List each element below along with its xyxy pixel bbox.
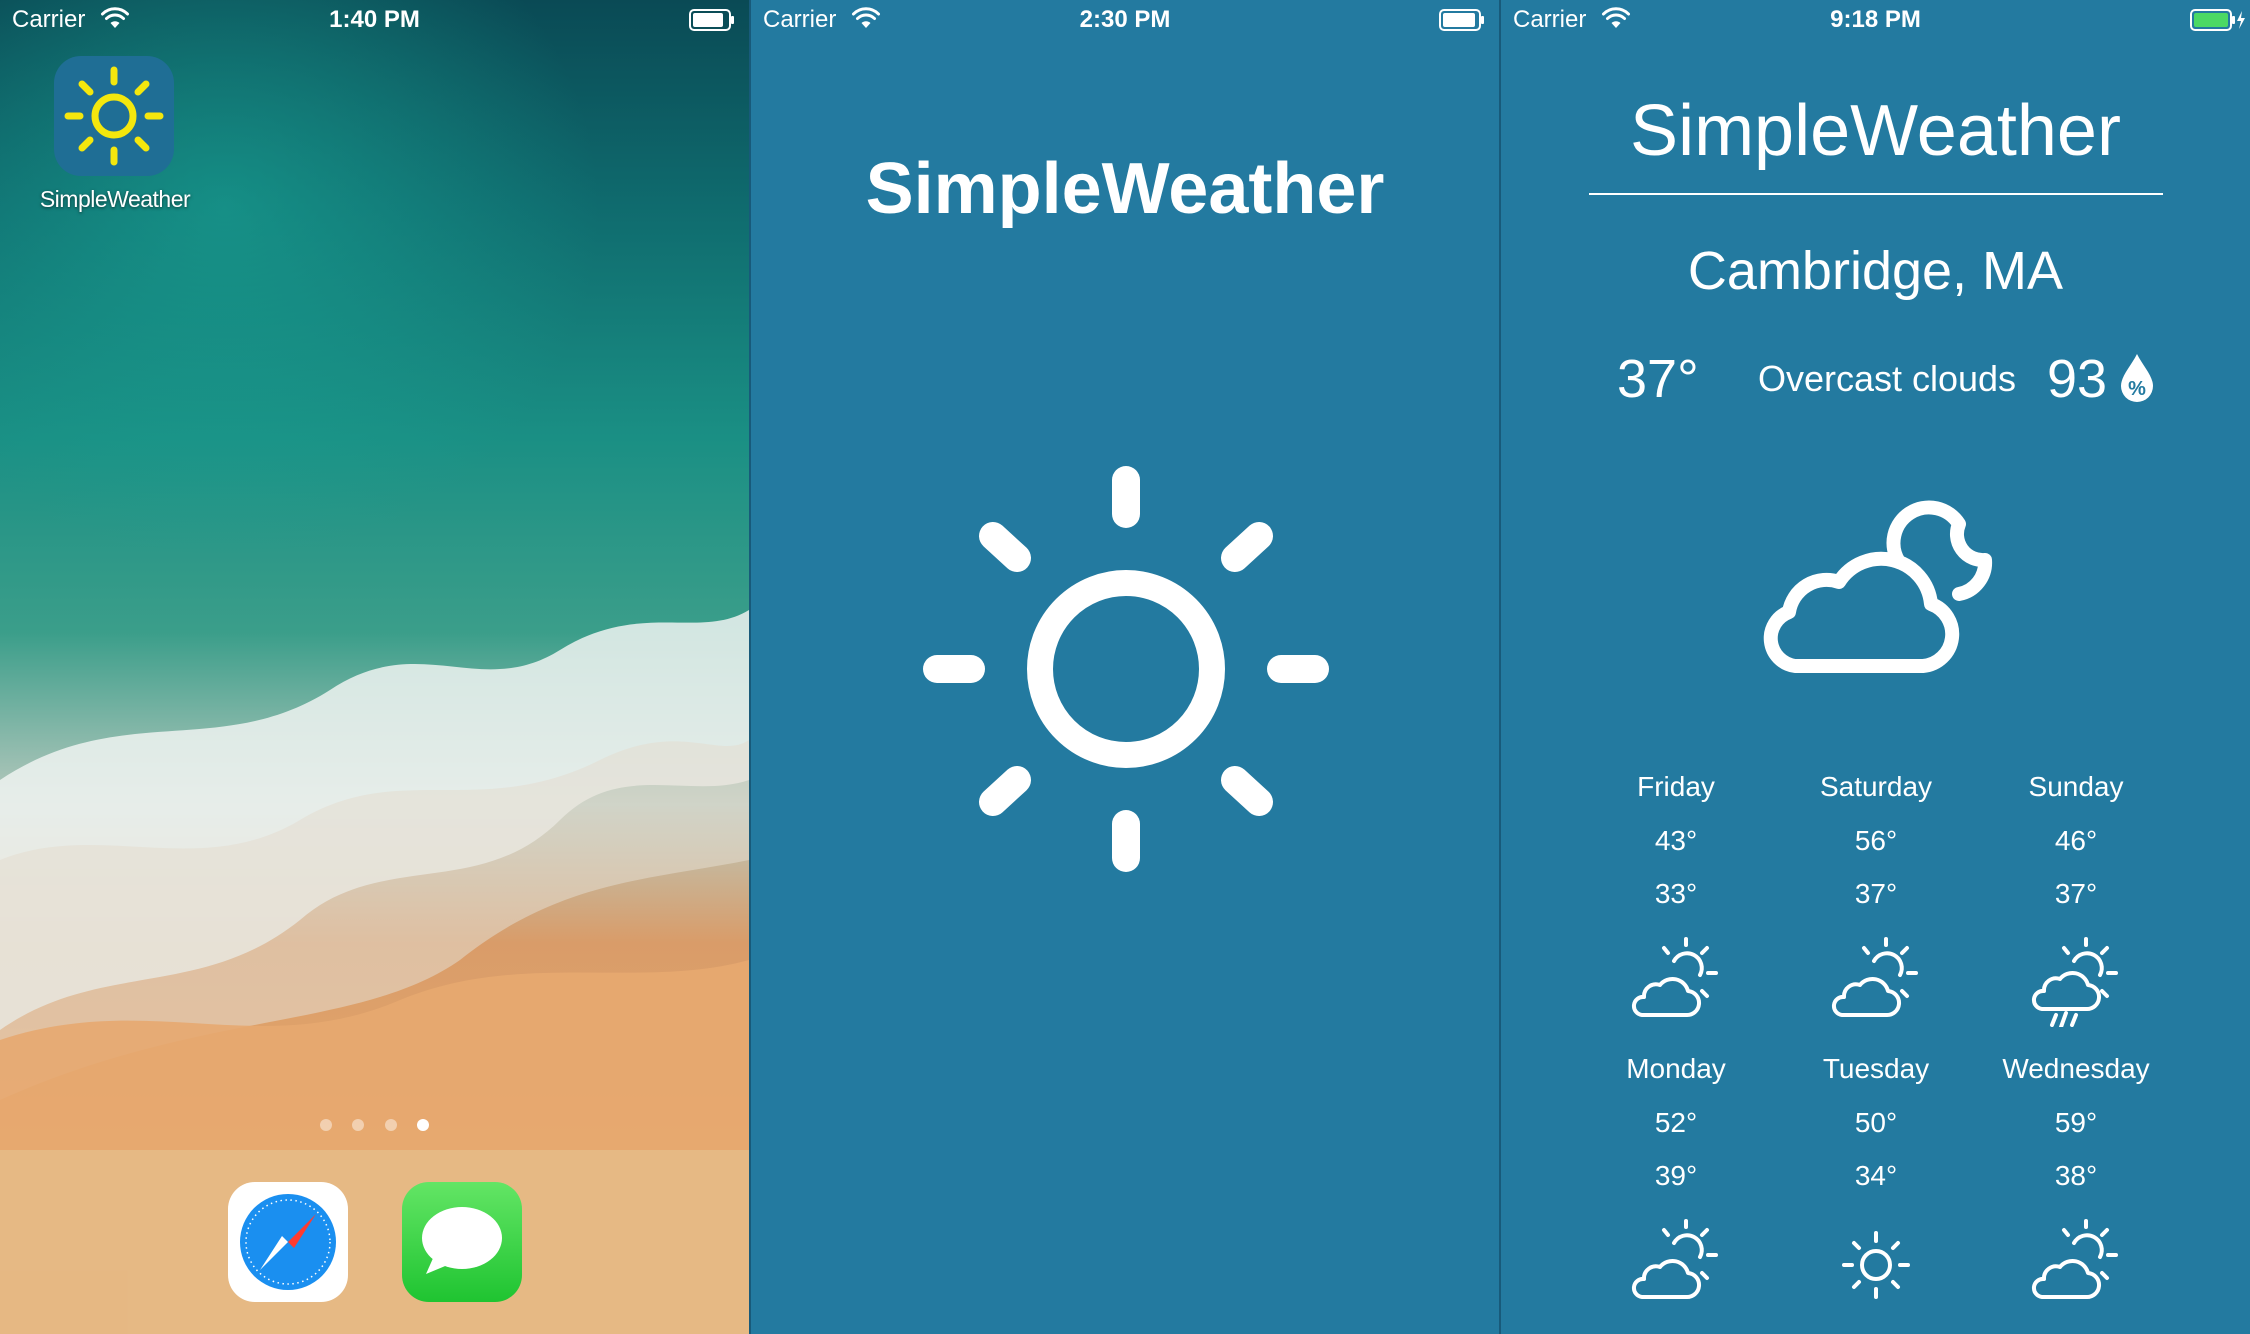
forecast-high: 56° bbox=[1854, 825, 1898, 856]
page-indicator[interactable] bbox=[0, 1118, 749, 1136]
app-title: SimpleWeather bbox=[1630, 91, 2121, 171]
current-description: Overcast clouds bbox=[1757, 358, 2017, 399]
launch-title: SimpleWeather bbox=[865, 149, 1385, 229]
forecast-day: Saturday 56° 37° bbox=[1776, 771, 1976, 1031]
page-dot[interactable] bbox=[352, 1119, 365, 1131]
forecast-day: Wednesday 59° 38° bbox=[1976, 1053, 2176, 1313]
forecast-low: 38° bbox=[2054, 1160, 2098, 1191]
battery-icon bbox=[1439, 9, 1484, 31]
forecast-low: 33° bbox=[1654, 878, 1698, 909]
forecast-day-name: Saturday bbox=[1819, 771, 1933, 802]
forecast-low: 37° bbox=[2054, 878, 2098, 909]
weather-screen: Carrier 9:18 PM SimpleWeather Cambridge,… bbox=[1501, 0, 2250, 1334]
humidity-drop-icon: % bbox=[2121, 354, 2153, 402]
forecast-low: 37° bbox=[1854, 878, 1898, 909]
forecast-day: Monday 52° 39° bbox=[1576, 1053, 1776, 1313]
sun-icon bbox=[923, 466, 1329, 872]
current-temperature: 37° bbox=[1617, 349, 1699, 409]
status-time: 1:40 PM bbox=[329, 6, 420, 33]
forecast-day-name: Monday bbox=[1626, 1053, 1726, 1084]
partly-cloudy-icon bbox=[1832, 937, 1918, 1018]
forecast-low: 39° bbox=[1654, 1160, 1698, 1191]
forecast-day-name: Friday bbox=[1637, 771, 1715, 802]
battery-charging-icon bbox=[2190, 9, 2245, 31]
forecast-high: 50° bbox=[1854, 1107, 1898, 1138]
svg-text:%: % bbox=[2128, 378, 2146, 400]
forecast-high: 46° bbox=[2054, 825, 2098, 856]
partly-cloudy-icon bbox=[1632, 937, 1718, 1018]
sun-icon bbox=[64, 66, 164, 166]
compass-icon bbox=[240, 1194, 336, 1290]
status-bar: Carrier 1:40 PM bbox=[0, 0, 749, 40]
forecast-day-name: Wednesday bbox=[2002, 1053, 2150, 1084]
humidity-value: 93 bbox=[2047, 349, 2108, 409]
cloud-moon-icon bbox=[1763, 500, 1993, 673]
simpleweather-app-icon[interactable] bbox=[54, 56, 174, 176]
forecast-low: 34° bbox=[1854, 1160, 1898, 1191]
battery-icon bbox=[689, 9, 734, 31]
rain-sun-icon bbox=[2032, 937, 2118, 1027]
forecast-high: 59° bbox=[2054, 1107, 2098, 1138]
partly-cloudy-icon bbox=[1632, 1219, 1718, 1300]
forecast-day-name: Sunday bbox=[2028, 771, 2124, 802]
forecast-day-name: Tuesday bbox=[1822, 1053, 1930, 1084]
partly-cloudy-icon bbox=[2032, 1219, 2118, 1300]
page-dot[interactable] bbox=[319, 1119, 332, 1131]
launch-screen: Carrier 2:30 PM SimpleWeather bbox=[751, 0, 1499, 1334]
page-dot-active[interactable] bbox=[417, 1119, 430, 1131]
messages-icon[interactable] bbox=[402, 1182, 522, 1302]
status-bar: Carrier 9:18 PM bbox=[1501, 0, 2250, 40]
sun-icon bbox=[1842, 1231, 1910, 1299]
page-dot[interactable] bbox=[384, 1119, 397, 1131]
status-time: 9:18 PM bbox=[1830, 6, 1921, 33]
home-screen: Carrier 1:40 PM SimpleWeather bbox=[0, 0, 749, 1334]
forecast-high: 43° bbox=[1654, 825, 1698, 856]
dock bbox=[0, 1150, 749, 1334]
forecast-day: Friday 43° 33° bbox=[1576, 771, 1776, 1031]
forecast-day: Sunday 46° 37° bbox=[1976, 771, 2176, 1031]
title-divider bbox=[1589, 193, 2163, 195]
speech-bubble-icon bbox=[422, 1207, 502, 1274]
forecast-high: 52° bbox=[1654, 1107, 1698, 1138]
safari-icon[interactable] bbox=[228, 1182, 348, 1302]
forecast-day: Tuesday 50° 34° bbox=[1776, 1053, 1976, 1313]
app-icon-label: SimpleWeather bbox=[39, 186, 191, 212]
status-bar: Carrier 2:30 PM bbox=[751, 0, 1499, 40]
status-time: 2:30 PM bbox=[1079, 6, 1171, 33]
city-name[interactable]: Cambridge, MA bbox=[1501, 240, 2250, 302]
